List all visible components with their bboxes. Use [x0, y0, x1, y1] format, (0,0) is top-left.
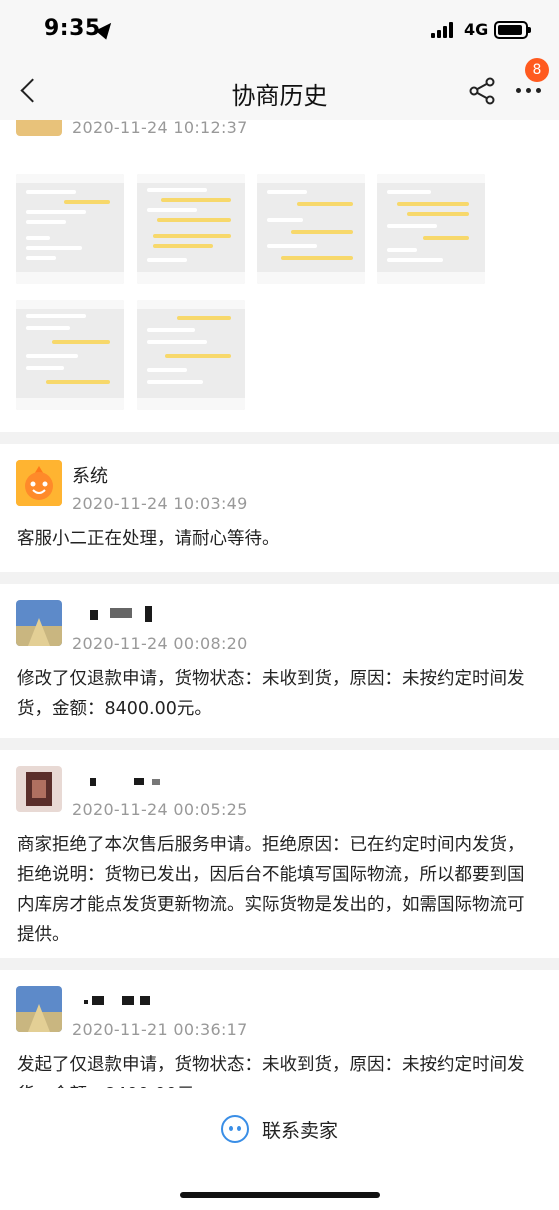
- history-entry: 系统 2020-11-24 10:03:49 客服小二正在处理，请耐心等待。: [0, 444, 559, 572]
- avatar: [16, 766, 62, 812]
- entry-time: 2020-11-24 10:03:49: [72, 494, 248, 513]
- battery-icon: [494, 21, 531, 39]
- attachment-image[interactable]: [377, 174, 485, 284]
- more-dots-icon: [516, 88, 521, 93]
- footer-bar: 联系卖家: [0, 1088, 559, 1210]
- redacted-name: [90, 610, 98, 620]
- entry-message: 修改了仅退款申请，货物状态：未收到货，原因：未按约定时间发货，金额：8400.0…: [17, 669, 525, 719]
- history-entry: 2020-11-21 00:36:17 发起了仅退款申请，货物状态：未收到货，原…: [0, 970, 559, 1088]
- network-type: 4G: [464, 20, 489, 39]
- redacted-name: [90, 778, 96, 786]
- attachment-image[interactable]: [16, 174, 124, 284]
- status-time: 9:35: [44, 16, 101, 41]
- entry-time: 2020-11-24 00:08:20: [72, 634, 248, 653]
- history-entry: 2020-11-24 00:05:25 商家拒绝了本次售后服务申请。拒绝原因：已…: [0, 750, 559, 958]
- attachment-image[interactable]: [137, 174, 245, 284]
- redacted-name: [84, 1000, 88, 1004]
- signal-icon: [431, 22, 457, 38]
- history-entry: 2020-11-24 00:08:20 修改了仅退款申请，货物状态：未收到货，原…: [0, 584, 559, 738]
- screen: 9:35 4G 协商历史 8 2020-11-24 10:12:37 系统 20…: [0, 0, 559, 1210]
- attachment-image[interactable]: [257, 174, 365, 284]
- entry-message: 发起了仅退款申请，货物状态：未收到货，原因：未按约定时间发货，金额：8400.0…: [17, 1055, 525, 1088]
- attachment-image[interactable]: [16, 300, 124, 410]
- notification-badge[interactable]: 8: [525, 58, 549, 82]
- home-indicator: [180, 1192, 380, 1198]
- entry-time: 2020-11-21 00:36:17: [72, 1020, 248, 1039]
- status-bar: 9:35 4G: [0, 0, 559, 62]
- entry-time: 2020-11-24 00:05:25: [72, 800, 248, 819]
- share-button[interactable]: [466, 74, 500, 108]
- chat-bubble-icon: [221, 1115, 249, 1143]
- entry-time: 2020-11-24 10:12:37: [72, 120, 248, 137]
- share-icon: [469, 77, 495, 105]
- more-button[interactable]: [513, 84, 545, 98]
- negotiation-history-list[interactable]: 2020-11-24 10:12:37 系统 2020-11-24 10:03:…: [0, 120, 559, 1088]
- avatar: [16, 986, 62, 1032]
- entry-message: 商家拒绝了本次售后服务申请。拒绝原因：已在约定时间内发货，拒绝说明：货物已发出，…: [17, 835, 525, 945]
- history-entry: 2020-11-24 10:12:37: [0, 120, 559, 432]
- avatar: [16, 120, 62, 136]
- system-mascot-icon: [16, 460, 62, 506]
- avatar: [16, 460, 62, 506]
- sender-name: 系统: [72, 466, 108, 487]
- entry-message: 客服小二正在处理，请耐心等待。: [17, 529, 280, 549]
- avatar: [16, 600, 62, 646]
- attachment-image[interactable]: [137, 300, 245, 410]
- contact-seller-label: 联系卖家: [262, 1120, 339, 1142]
- nav-bar: 协商历史: [0, 62, 559, 120]
